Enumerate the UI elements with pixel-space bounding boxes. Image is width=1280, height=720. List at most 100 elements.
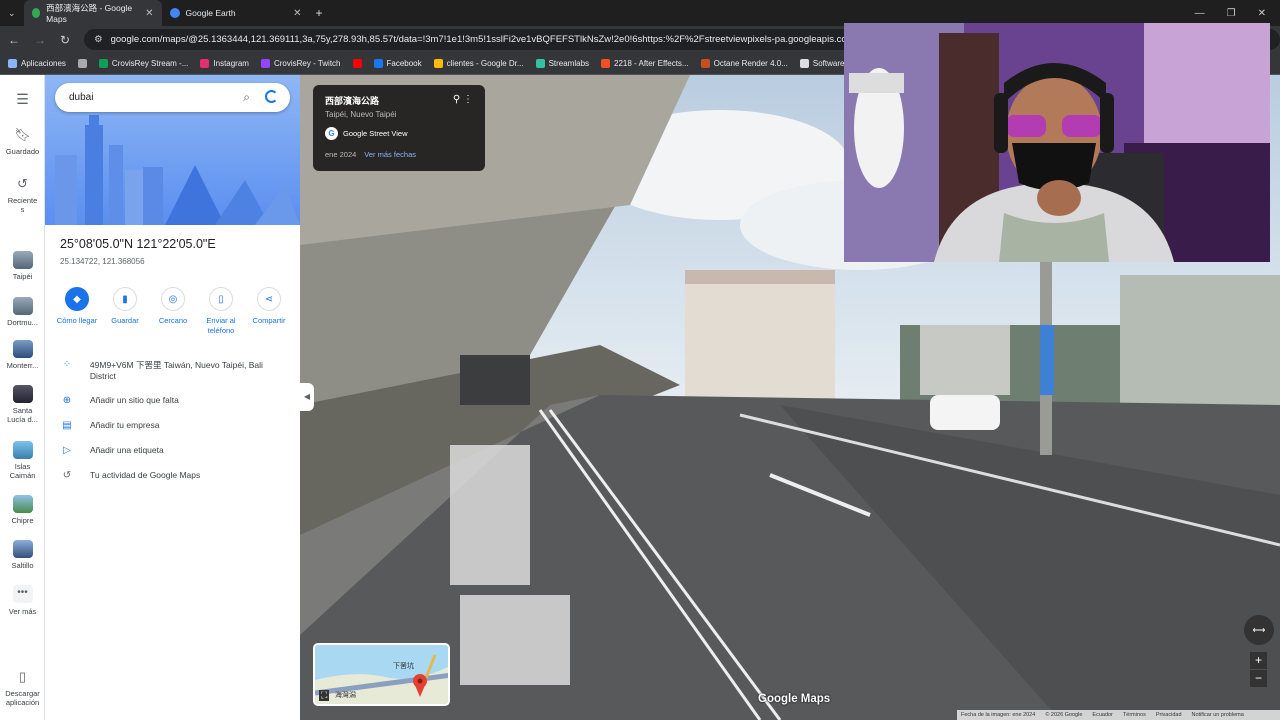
send-to-phone-button[interactable]: ▯ Enviar al teléfono — [197, 287, 245, 336]
plus-code-row[interactable]: ⁘ 49M9+V6M 下罟里 Taiwán, Nuevo Taipéi, Bali… — [60, 359, 290, 381]
bookmark-label: 2218 - After Effects... — [614, 59, 689, 68]
phone-icon: ▯ — [209, 287, 233, 311]
rail-place-monterrey[interactable]: Monterr... — [0, 340, 45, 370]
add-business-row[interactable]: ▤ Añadir tu empresa — [60, 420, 290, 431]
place-thumbnail — [12, 540, 33, 558]
streamlabs-icon — [535, 59, 545, 68]
share-icon: ⋖ — [257, 287, 281, 311]
forward-icon[interactable]: → — [34, 33, 46, 47]
tab-google-earth[interactable]: Google Earth ✕ — [162, 0, 310, 26]
street-name: 西部濱海公路 — [325, 96, 380, 106]
add-place-icon: ⊕ — [62, 395, 72, 406]
rail-label: Chipre — [11, 516, 34, 525]
bookmark-twitch[interactable]: CrovisRey - Twitch — [260, 59, 341, 68]
back-icon[interactable]: ← — [8, 33, 20, 47]
bookmark-apps[interactable]: Aplicaciones — [8, 59, 66, 68]
mini-map-label-2: 海灣潟 — [335, 692, 356, 699]
rail-more[interactable]: ••• Ver más — [0, 585, 45, 616]
action-label: Cómo llegar — [56, 316, 98, 325]
search-box[interactable]: dubai ⌕ — [55, 83, 290, 112]
minimize-icon[interactable]: — — [1195, 8, 1205, 19]
rail-place-dortmund[interactable]: Dortmu... — [0, 297, 45, 327]
capture-date-row: ene 2024 Ver más fechas — [325, 150, 416, 159]
privacy-link[interactable]: Privacidad — [1156, 712, 1182, 718]
rail-label: Islas Caimán — [9, 462, 36, 480]
bookmark-facebook[interactable]: Facebook — [373, 59, 422, 68]
rail-recent[interactable]: ↺ Reciente s — [0, 176, 45, 214]
rail-place-santa-lucia[interactable]: Santa Lucía d... — [0, 385, 45, 424]
report-problem-link[interactable]: Notificar un problema — [1192, 712, 1244, 718]
bookmark-grid[interactable] — [77, 59, 87, 68]
expand-map-icon[interactable]: ⛶ — [319, 690, 330, 701]
region-link[interactable]: Ecuador — [1092, 712, 1113, 718]
new-tab-button[interactable]: + — [310, 6, 329, 20]
rail-download-app[interactable]: ▯ Descargar aplicación — [0, 669, 45, 707]
image-date: Fecha de la imagen: ene 2024 — [961, 712, 1036, 718]
mini-map[interactable]: 下罟坑 海灣潟 ⛶ — [313, 643, 450, 706]
collapse-panel-button[interactable]: ◀ — [300, 383, 314, 411]
place-thumbnail — [12, 441, 33, 459]
rail-label: Santa Lucía d... — [7, 406, 38, 424]
tab-search-chevron-icon[interactable]: ⌄ — [0, 8, 24, 19]
zoom-in-button[interactable]: + — [1250, 652, 1267, 669]
tab-google-maps[interactable]: 西部濱海公路 - Google Maps ✕ — [23, 0, 162, 26]
windows-icon — [601, 59, 611, 68]
rail-place-saltillo[interactable]: Saltillo — [0, 540, 45, 570]
minus-icon: − — [1254, 671, 1262, 685]
location-pin-icon[interactable]: ⚲ — [453, 94, 460, 105]
row-label: Añadir un sitio que falta — [90, 395, 179, 405]
bookmark-drive[interactable]: clientes - Google Dr... — [433, 59, 524, 68]
search-input[interactable]: dubai — [69, 92, 93, 103]
rail-saved[interactable]: 🔖︎ Guardado — [0, 127, 45, 156]
search-icon[interactable]: ⌕ — [243, 90, 250, 105]
share-button[interactable]: ⋖ Compartir — [245, 287, 293, 336]
capture-date: ene 2024 — [325, 150, 357, 159]
maps-rail: ☰ 🔖︎ Guardado ↺ Reciente s Taipéi Dortmu..… — [0, 75, 45, 720]
label-icon: ▷ — [63, 445, 71, 456]
compass-button[interactable]: ⟷ — [1244, 615, 1274, 645]
octane-icon — [700, 59, 710, 68]
plus-code-icon: ⁘ — [62, 359, 72, 370]
maximize-icon[interactable]: ❐ — [1227, 8, 1236, 19]
rail-place-cyprus[interactable]: Chipre — [0, 495, 45, 525]
more-options-icon[interactable]: ⋮ — [463, 94, 473, 105]
history-icon: ↺ — [62, 470, 72, 481]
page-icon — [799, 59, 809, 68]
terms-link[interactable]: Términos — [1123, 712, 1146, 718]
chevron-left-icon: ◀ — [303, 392, 311, 401]
bookmark-streamlabs[interactable]: Streamlabs — [535, 59, 589, 68]
rail-place-cayman[interactable]: Islas Caimán — [0, 441, 45, 480]
rail-label: Ver más — [8, 607, 37, 616]
maps-activity-row[interactable]: ↺ Tu actividad de Google Maps — [60, 470, 290, 481]
bookmark-icon: 🔖︎ — [14, 127, 31, 142]
site-info-icon[interactable]: ⚙ — [94, 34, 103, 45]
bookmark-youtube[interactable] — [352, 59, 362, 68]
bookmark-octane[interactable]: Octane Render 4.0... — [700, 59, 788, 68]
place-thumbnail — [12, 251, 33, 269]
webcam-overlay — [844, 23, 1270, 262]
more-dates-link[interactable]: Ver más fechas — [364, 150, 416, 159]
reload-icon[interactable]: ↻ — [60, 33, 70, 47]
nearby-button[interactable]: ◎ Cercano — [149, 287, 197, 336]
rail-place-taipei[interactable]: Taipéi — [0, 251, 45, 281]
close-window-icon[interactable]: ✕ — [1258, 8, 1266, 19]
bookmark-after-effects[interactable]: 2218 - After Effects... — [601, 59, 689, 68]
google-logo-icon: G — [325, 127, 338, 140]
save-button[interactable]: ▮ Guardar — [101, 287, 149, 336]
add-label-row[interactable]: ▷ Añadir una etiqueta — [60, 445, 290, 456]
rail-label: Taipéi — [12, 272, 33, 281]
bookmark-crovisrey-stream[interactable]: CrovisRey Stream -... — [98, 59, 189, 68]
add-missing-place-row[interactable]: ⊕ Añadir un sitio que falta — [60, 395, 290, 406]
rail-label: Descargar aplicación — [5, 689, 40, 707]
tab-close-icon[interactable]: ✕ — [293, 8, 301, 19]
menu-button[interactable]: ☰ — [0, 91, 45, 112]
place-thumbnail — [12, 385, 33, 403]
tab-close-icon[interactable]: ✕ — [145, 8, 153, 19]
store-icon: ▤ — [62, 420, 72, 431]
directions-button[interactable]: ◆ Cómo llegar — [53, 287, 101, 336]
bookmark-instagram[interactable]: Instagram — [200, 59, 249, 68]
zoom-out-button[interactable]: − — [1250, 670, 1267, 687]
google-maps-watermark: Google Maps — [758, 693, 831, 705]
bookmark-label: CrovisRey Stream -... — [111, 59, 189, 68]
bookmark-label: Facebook — [386, 59, 422, 68]
